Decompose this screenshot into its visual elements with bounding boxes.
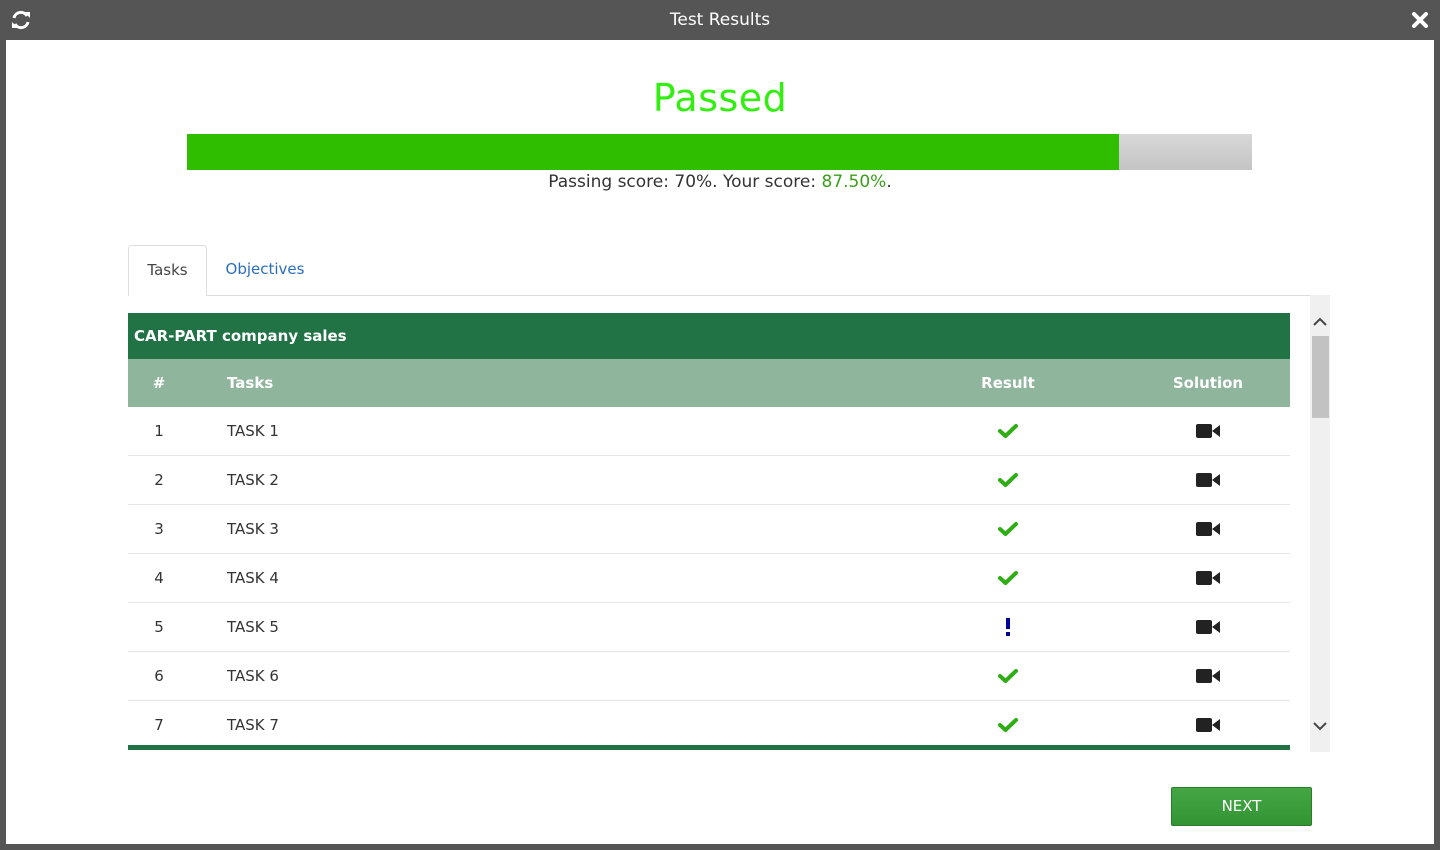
table-title: CAR-PART company sales: [128, 313, 1290, 359]
task-name: TASK 2: [227, 471, 279, 489]
table-row: 7 TASK 7: [128, 701, 1290, 750]
tab-objectives[interactable]: Objectives: [220, 245, 310, 294]
row-number: 2: [154, 471, 164, 489]
video-camera-icon[interactable]: [1158, 652, 1258, 700]
header-tasks: Tasks: [227, 374, 274, 392]
video-camera-icon[interactable]: [1158, 554, 1258, 602]
check-icon: [958, 456, 1058, 504]
scroll-down-icon[interactable]: [1310, 715, 1330, 737]
check-icon: [958, 554, 1058, 602]
row-number: 6: [154, 667, 164, 685]
close-icon[interactable]: [1410, 10, 1430, 30]
task-name: TASK 3: [227, 520, 279, 538]
table-row: 6 TASK 6: [128, 652, 1290, 701]
video-camera-icon[interactable]: [1158, 456, 1258, 504]
task-name: TASK 1: [227, 422, 279, 440]
window-title: Test Results: [669, 10, 771, 30]
header-result: Result: [981, 374, 1035, 392]
check-icon: [958, 701, 1058, 749]
table-body: 1 TASK 1 2 TASK 2 3 TASK 3 4 TASK 4 5 TASK 5 6 TASK…: [128, 407, 1290, 750]
check-icon: [958, 505, 1058, 553]
table-row: 3 TASK 3: [128, 505, 1290, 554]
score-suffix: .: [886, 172, 892, 192]
table-row: 5 TASK 5: [128, 603, 1290, 652]
video-camera-icon[interactable]: [1158, 701, 1258, 749]
table-row: 1 TASK 1: [128, 407, 1290, 456]
row-number: 4: [154, 569, 164, 587]
tab-tasks[interactable]: Tasks: [128, 245, 207, 296]
task-name: TASK 7: [227, 716, 279, 734]
scroll-up-icon[interactable]: [1310, 311, 1330, 333]
score-text: Passing score: 70%. Your score: 87.50%.: [6, 172, 1434, 192]
table-header-row: # Tasks Result Solution: [128, 359, 1290, 407]
title-bar: Test Results: [0, 0, 1440, 40]
row-number: 5: [154, 618, 164, 636]
video-camera-icon[interactable]: [1158, 407, 1258, 455]
check-icon: [958, 407, 1058, 455]
tasks-table: CAR-PART company sales # Tasks Result So…: [128, 313, 1290, 753]
video-camera-icon[interactable]: [1158, 505, 1258, 553]
table-bottom-border: [128, 745, 1290, 750]
row-number: 3: [154, 520, 164, 538]
score-progress-fill: [187, 134, 1119, 170]
next-button[interactable]: NEXT: [1171, 787, 1312, 826]
task-name: TASK 6: [227, 667, 279, 685]
results-panel: Passed Passing score: 70%. Your score: 8…: [6, 40, 1434, 844]
project-title: CAR-PART company sales: [134, 327, 347, 345]
scrollbar-thumb[interactable]: [1312, 336, 1329, 418]
table-row: 2 TASK 2: [128, 456, 1290, 505]
row-number: 7: [154, 716, 164, 734]
your-score-value: 87.50%: [821, 172, 887, 192]
table-row: 4 TASK 4: [128, 554, 1290, 603]
check-icon: [958, 652, 1058, 700]
row-number: 1: [154, 422, 164, 440]
task-name: TASK 5: [227, 618, 279, 636]
header-solution: Solution: [1172, 374, 1244, 392]
passing-score-label: Passing score: 70%. Your score:: [548, 172, 822, 192]
vertical-scrollbar[interactable]: [1310, 295, 1330, 752]
exclamation-icon: [958, 603, 1058, 651]
score-progress-bar: [187, 134, 1252, 170]
status-heading: Passed: [652, 76, 788, 120]
task-name: TASK 4: [227, 569, 279, 587]
tab-bar: Tasks Objectives: [128, 245, 1330, 296]
header-number: #: [152, 374, 166, 392]
video-camera-icon[interactable]: [1158, 603, 1258, 651]
